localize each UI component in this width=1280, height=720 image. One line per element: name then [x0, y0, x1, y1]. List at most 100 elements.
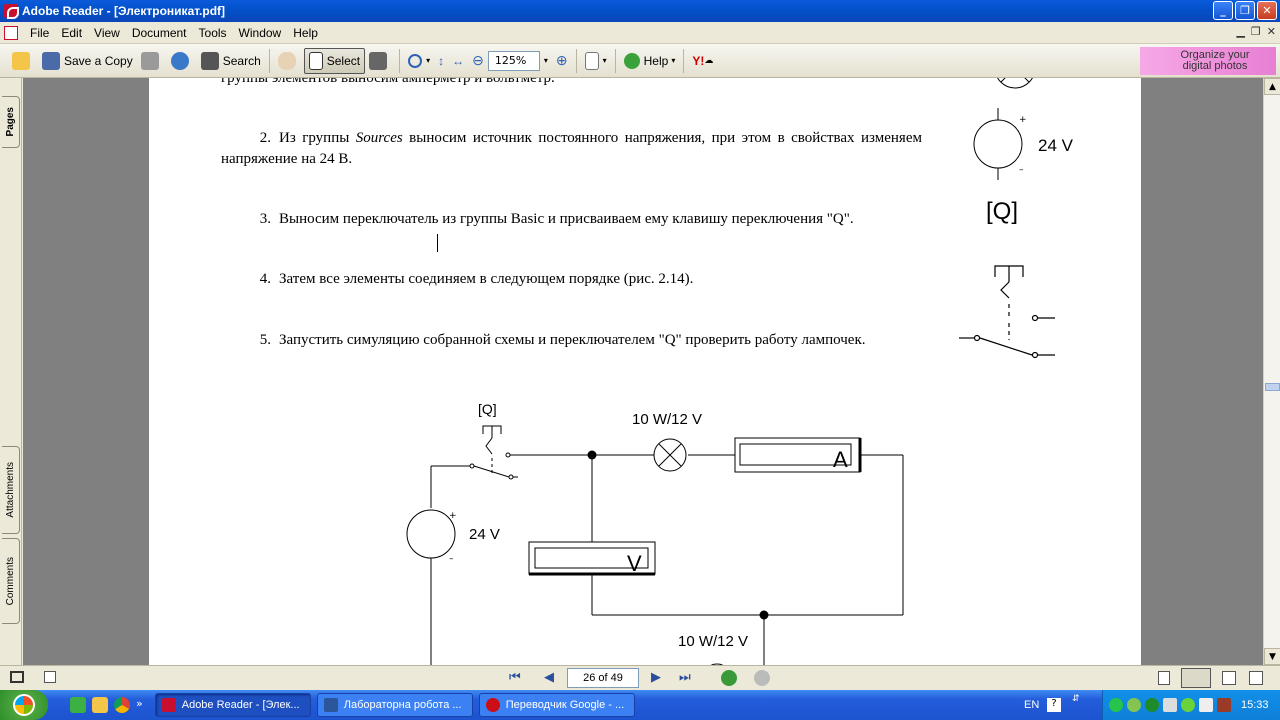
- sync-tray-icon[interactable]: [1127, 698, 1141, 712]
- text-cursor: [437, 234, 438, 252]
- snapshot-button[interactable]: [365, 48, 395, 74]
- yahoo-button[interactable]: Y! ☁: [688, 48, 717, 74]
- continuous-page-icon[interactable]: [1181, 668, 1211, 688]
- minimize-button[interactable]: _: [1213, 1, 1233, 20]
- menu-file[interactable]: File: [24, 26, 55, 40]
- page-layout-icon[interactable]: [44, 671, 56, 683]
- restore-button[interactable]: ❐: [1235, 1, 1255, 20]
- folder-icon: [12, 51, 30, 70]
- chevron-down-icon: ▾: [543, 56, 548, 65]
- save-copy-button[interactable]: Save a Copy: [38, 48, 137, 74]
- windows-logo-icon: [13, 694, 35, 716]
- tab-comments-label: Comments: [5, 556, 16, 606]
- help-button[interactable]: Help ▾: [620, 48, 680, 74]
- volume-tray-icon[interactable]: [1163, 698, 1177, 712]
- continuous-facing-icon[interactable]: [1249, 671, 1263, 685]
- prev-page-button[interactable]: ◀: [544, 670, 554, 685]
- back-view-icon[interactable]: [721, 670, 737, 686]
- window-title: Adobe Reader - [Электроникат.pdf]: [22, 4, 226, 18]
- doc-minimize-icon[interactable]: ▁: [1236, 25, 1244, 38]
- tab-attachments[interactable]: Attachments: [2, 446, 20, 534]
- next-page-button[interactable]: ▶: [651, 670, 661, 685]
- zoom-dropdown[interactable]: ▾: [540, 48, 552, 74]
- network-tray-icon[interactable]: [1109, 698, 1123, 712]
- single-page-icon[interactable]: [1158, 671, 1170, 685]
- menu-document[interactable]: Document: [126, 26, 193, 40]
- print-button[interactable]: [137, 48, 167, 74]
- switch-key-label: [Q]: [986, 198, 1018, 225]
- zoom-out-icon: ⊖: [472, 52, 484, 68]
- menu-help[interactable]: Help: [287, 26, 324, 40]
- zoom-out-button[interactable]: ⊖: [468, 48, 488, 74]
- language-indicator[interactable]: EN: [1024, 699, 1039, 711]
- search-button[interactable]: Search: [197, 48, 265, 74]
- taskbar-item-adobe-reader[interactable]: Adobe Reader - [Элек...: [154, 693, 311, 717]
- lamp-symbol-top: [997, 78, 1033, 89]
- circuit-plus: +: [449, 511, 457, 521]
- tab-pages[interactable]: Pages: [2, 96, 20, 148]
- security-tray-icon[interactable]: [1145, 698, 1159, 712]
- plus-sign: +: [1019, 115, 1027, 125]
- task-label: Adobe Reader - [Элек...: [181, 699, 300, 711]
- select-tool-button[interactable]: Select: [303, 47, 366, 74]
- antivirus-tray-icon[interactable]: [1181, 698, 1195, 712]
- menu-window[interactable]: Window: [233, 26, 288, 40]
- document-view[interactable]: группы элементов выносим амперметр и вол…: [23, 78, 1263, 665]
- menu-view[interactable]: View: [88, 26, 126, 40]
- rotate-button[interactable]: ▾: [581, 48, 611, 74]
- scroll-down-arrow-icon[interactable]: ▼: [1264, 648, 1280, 665]
- pdf-page: группы элементов выносим амперметр и вол…: [149, 78, 1141, 665]
- last-page-button[interactable]: ⏭: [679, 670, 691, 685]
- zoom-in-button[interactable]: ⊕: [552, 48, 572, 74]
- close-button[interactable]: ✕: [1257, 1, 1277, 20]
- tray-arrow-icon[interactable]: ⇵: [1072, 694, 1080, 704]
- circuit-minus: –: [449, 554, 454, 564]
- task-label: Переводчик Google - ...: [505, 699, 625, 711]
- circuit-diagram: [406, 425, 904, 665]
- fit-height-button[interactable]: ↕: [434, 48, 448, 74]
- quicklaunch-app-icon[interactable]: [70, 697, 86, 713]
- clock[interactable]: 15:33: [1241, 699, 1269, 711]
- email-button[interactable]: [167, 48, 197, 74]
- forward-view-icon[interactable]: [754, 670, 770, 686]
- facing-page-icon[interactable]: [1222, 671, 1236, 685]
- zoom-input[interactable]: 125%: [487, 50, 540, 71]
- quicklaunch-more-icon[interactable]: »: [136, 697, 143, 713]
- quicklaunch-chrome-icon[interactable]: [114, 697, 130, 713]
- help-tray-icon[interactable]: ?: [1047, 698, 1061, 712]
- help-icon: [623, 52, 640, 69]
- ammeter-label: A: [833, 447, 848, 472]
- scroll-thumb[interactable]: [1265, 383, 1280, 391]
- scroll-up-arrow-icon[interactable]: ▲: [1264, 78, 1280, 95]
- fit-width-button[interactable]: ↔: [448, 48, 468, 74]
- taskbar-item-word[interactable]: Лабораторна робота ...: [316, 693, 473, 717]
- text-select-icon: [308, 51, 323, 70]
- speaker-tray-icon[interactable]: [1199, 698, 1213, 712]
- first-page-button[interactable]: ⏮: [509, 670, 521, 685]
- magnifier-icon: [408, 53, 423, 68]
- hand-tool-button[interactable]: [274, 48, 304, 74]
- taskbar-item-opera[interactable]: Переводчик Google - ...: [478, 693, 635, 717]
- zoom-in-icon: ⊕: [555, 52, 568, 68]
- start-button[interactable]: [0, 690, 48, 720]
- page-number-input[interactable]: 26 of 49: [567, 668, 639, 688]
- save-copy-label: Save a Copy: [64, 53, 133, 68]
- adobe-reader-icon: [4, 4, 19, 19]
- panel-toggle-icon[interactable]: [10, 671, 24, 683]
- menu-bar: File Edit View Document Tools Window Hel…: [0, 22, 1280, 44]
- task-label: Лабораторна робота ...: [343, 699, 462, 711]
- zoom-tool-button[interactable]: ▾: [404, 48, 434, 74]
- open-button[interactable]: [8, 48, 38, 74]
- menu-tools[interactable]: Tools: [193, 26, 233, 40]
- promo-text: Organize your digital photos: [1180, 49, 1250, 72]
- quicklaunch-folder-icon[interactable]: [92, 697, 108, 713]
- tab-comments[interactable]: Comments: [2, 538, 20, 624]
- promo-banner[interactable]: Organize your digital photos: [1140, 47, 1276, 75]
- app-tray-icon[interactable]: [1217, 698, 1231, 712]
- doc-close-icon[interactable]: ✕: [1267, 25, 1276, 38]
- document-menu-icon[interactable]: [4, 25, 18, 40]
- menu-edit[interactable]: Edit: [55, 26, 88, 40]
- vertical-scrollbar[interactable]: ▲ ▼: [1263, 78, 1280, 665]
- lamp2-label: 10 W/12 V: [678, 633, 748, 650]
- doc-restore-icon[interactable]: ❐: [1251, 25, 1261, 38]
